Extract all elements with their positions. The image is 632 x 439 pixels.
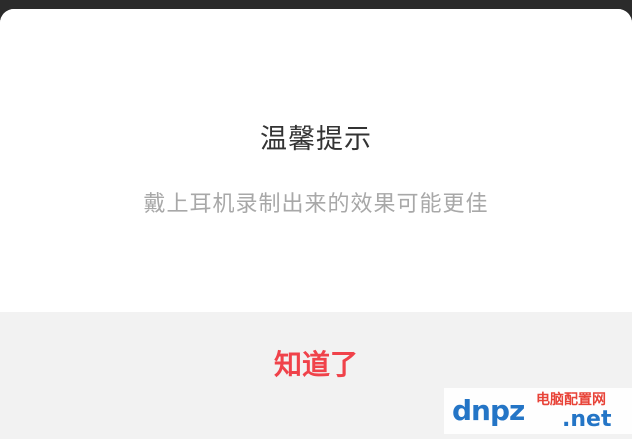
tips-dialog: 温馨提示 戴上耳机录制出来的效果可能更佳 知道了: [0, 9, 632, 439]
site-watermark-logo: dnpz 电脑配置网 .net: [444, 388, 632, 434]
dialog-body: 温馨提示 戴上耳机录制出来的效果可能更佳: [0, 9, 632, 312]
dialog-message: 戴上耳机录制出来的效果可能更佳: [143, 192, 489, 217]
watermark-brand: dnpz: [452, 394, 525, 427]
dialog-title: 温馨提示: [260, 124, 372, 155]
watermark-domain-suffix: .net: [562, 407, 612, 432]
watermark-site-name: 电脑配置网: [536, 392, 606, 408]
confirm-button[interactable]: 知道了: [216, 337, 416, 393]
